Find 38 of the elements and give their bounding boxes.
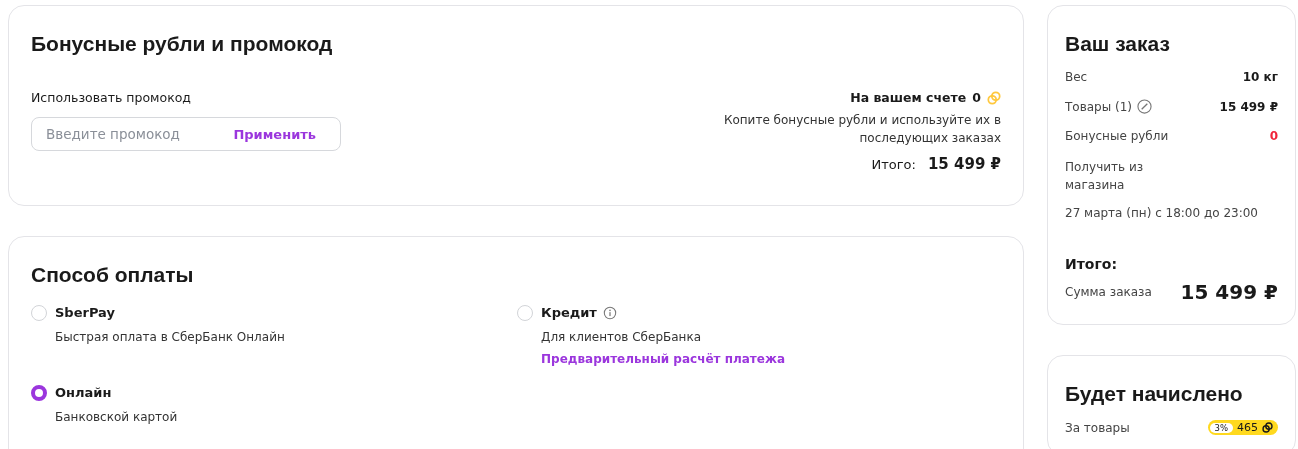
option-name: Кредит: [541, 305, 597, 320]
option-description: Банковской картой: [55, 410, 178, 424]
coins-icon: [987, 90, 1001, 105]
coins-icon: [1262, 422, 1273, 433]
section-title: Бонусные рубли и промокод: [31, 32, 334, 56]
row-value: 15 499 ₽: [1219, 99, 1278, 114]
option-description: Для клиентов СберБанка: [541, 330, 703, 344]
row-label: За товары: [1065, 420, 1130, 435]
apply-button[interactable]: Применить: [233, 126, 316, 142]
radio-button[interactable]: [31, 385, 47, 401]
total-value: 15 499 ₽: [927, 155, 1001, 173]
row-label: Бонусные рубли: [1065, 129, 1169, 143]
option-name: SberPay: [55, 305, 115, 320]
pencil-icon: [1137, 99, 1152, 114]
row-label: Получить из магазина: [1065, 159, 1145, 194]
bonus-hint: Копите бонусные рубли и используйте их в последующих заказах: [722, 112, 1001, 147]
sum-label: Сумма заказа: [1065, 285, 1152, 299]
balance-label: На вашем счете: [850, 90, 967, 105]
row-label: Вес: [1065, 70, 1088, 84]
row-value: 0: [1269, 129, 1278, 143]
option-name: Онлайн: [55, 385, 112, 400]
info-icon: [602, 305, 617, 320]
bonus-amount: 465: [1237, 421, 1258, 434]
total-label: Итого:: [871, 157, 916, 172]
payment-calculation-link[interactable]: Предварительный расчёт платежа: [541, 352, 785, 366]
percent-label: 3%: [1209, 422, 1233, 433]
row-label: Товары (1): [1065, 99, 1132, 114]
row-value: 10 кг: [1242, 70, 1278, 84]
section-title: Способ оплаты: [31, 263, 195, 287]
pickup-time: 27 марта (пн) с 18:00 до 23:00: [1065, 206, 1259, 220]
sum-value: 15 499 ₽: [1180, 280, 1278, 304]
option-description: Быстрая оплата в СберБанк Онлайн: [55, 330, 285, 344]
field-label: Использовать промокод: [31, 90, 193, 105]
balance-value: 0: [972, 90, 981, 105]
total-title: Итого:: [1065, 256, 1118, 272]
section-title: Будет начислено: [1065, 382, 1244, 406]
section-title: Ваш заказ: [1065, 32, 1171, 56]
promo-input-field[interactable]: Введите промокод Применить: [31, 117, 341, 151]
